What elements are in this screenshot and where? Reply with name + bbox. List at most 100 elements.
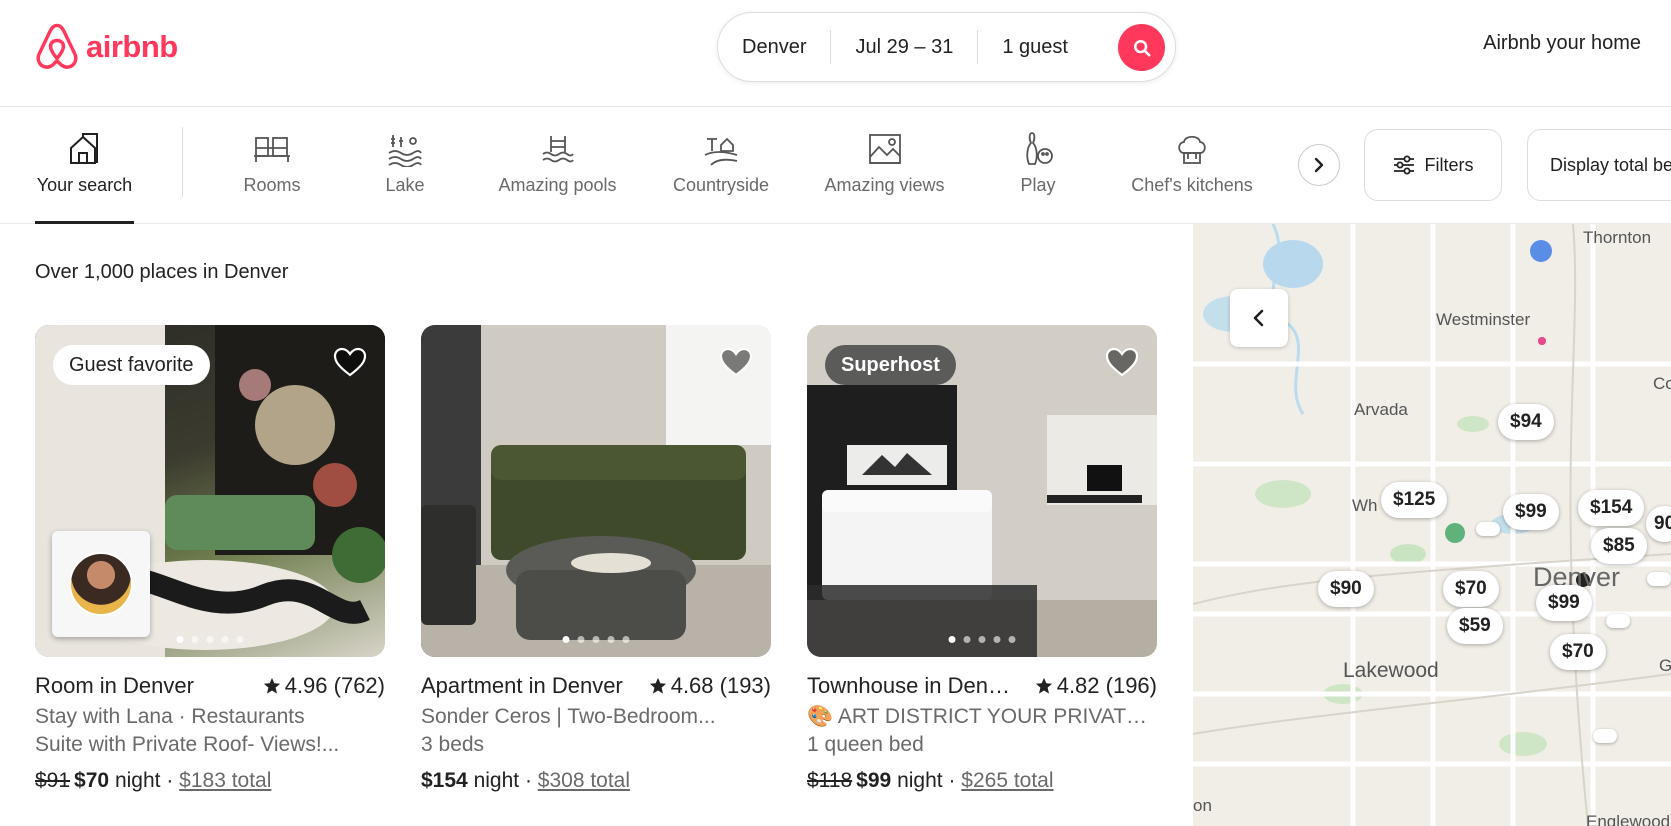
category-your-search[interactable]: Your search bbox=[35, 107, 134, 224]
map-mini-pin[interactable] bbox=[1647, 572, 1671, 586]
avatar bbox=[69, 552, 133, 616]
night-label: night bbox=[897, 769, 943, 792]
heart-icon[interactable] bbox=[333, 347, 367, 377]
category-label: Amazing views bbox=[824, 175, 945, 195]
map-price-pin[interactable]: $99 bbox=[1536, 585, 1592, 621]
star-icon bbox=[1035, 677, 1052, 694]
listing-rating: 4.96 (762) bbox=[263, 673, 385, 699]
logo-wordmark: airbnb bbox=[86, 29, 178, 64]
category-label: Amazing pools bbox=[498, 175, 617, 195]
photo-dots[interactable] bbox=[562, 636, 630, 643]
total-price-link[interactable]: $183 total bbox=[179, 769, 271, 792]
category-label: Chef's kitchens bbox=[1131, 175, 1253, 195]
star-icon bbox=[649, 677, 666, 694]
views-icon bbox=[868, 134, 901, 164]
home-icon bbox=[69, 133, 98, 164]
category-label: Rooms bbox=[243, 175, 301, 195]
map-price-pin[interactable]: $154 bbox=[1578, 490, 1645, 526]
map-place-label: Englewood bbox=[1586, 812, 1671, 826]
map-place-label: Arvada bbox=[1354, 400, 1408, 419]
total-price-link[interactable]: $265 total bbox=[961, 769, 1053, 792]
night-label: night bbox=[473, 769, 520, 792]
search-guests[interactable]: 1 guest bbox=[978, 13, 1092, 81]
night-label: night bbox=[114, 769, 161, 792]
category-amazing-pools[interactable]: Amazing pools bbox=[495, 107, 620, 224]
host-avatar-card bbox=[52, 531, 150, 637]
listing-description: 1 queen bed bbox=[807, 733, 924, 756]
map-price-pin[interactable]: $70 bbox=[1443, 571, 1499, 607]
map-mini-pin[interactable] bbox=[1593, 729, 1617, 743]
bed-icon bbox=[254, 137, 290, 162]
filters-icon bbox=[1393, 155, 1414, 175]
header: airbnb Denver Jul 29 – 31 1 guest Airbnb… bbox=[0, 0, 1671, 107]
search-button[interactable] bbox=[1118, 24, 1165, 71]
filters-button[interactable]: Filters bbox=[1364, 129, 1502, 201]
total-price-link[interactable]: $308 total bbox=[538, 769, 630, 792]
map-mini-pin[interactable] bbox=[1476, 522, 1500, 536]
category-amazing-views[interactable]: Amazing views bbox=[821, 107, 948, 224]
photo-dots[interactable] bbox=[948, 636, 1016, 643]
filters-label: Filters bbox=[1424, 154, 1474, 175]
airbnb-your-home-link[interactable]: Airbnb your home bbox=[1483, 32, 1641, 55]
map-price-pin[interactable]: $94 bbox=[1498, 404, 1554, 440]
map[interactable]: Thornton Westminster Arvada Wh Denver La… bbox=[1193, 224, 1671, 826]
map-place-label: Westminster bbox=[1436, 310, 1531, 329]
bowling-icon bbox=[1026, 132, 1053, 165]
price-row: $154 night · $308 total bbox=[421, 769, 631, 792]
airbnb-logo-icon bbox=[36, 23, 78, 69]
pool-icon bbox=[541, 136, 574, 163]
listing-card[interactable]: Apartment in Denver 4.68 (193) Sonder Ce… bbox=[421, 325, 771, 793]
listing-photo[interactable]: Guest favorite bbox=[35, 325, 385, 657]
listing-title: Townhouse in Denver bbox=[807, 673, 1012, 698]
chevron-right-icon bbox=[1314, 157, 1324, 173]
display-total-toggle[interactable]: Display total before taxes bbox=[1527, 129, 1671, 201]
category-label: Lake bbox=[385, 175, 425, 195]
listing-card[interactable]: Superhost Townhouse in Denver 4.82 (196)… bbox=[807, 325, 1157, 793]
map-place-label: Thornton bbox=[1583, 228, 1652, 247]
nightly-price: $154 bbox=[421, 769, 468, 792]
category-play[interactable]: Play bbox=[1019, 107, 1057, 224]
category-label: Play bbox=[1020, 175, 1056, 195]
listing-title: Apartment in Denver bbox=[421, 673, 623, 698]
listing-rating: 4.82 (196) bbox=[1035, 673, 1157, 699]
heart-icon[interactable] bbox=[1105, 347, 1139, 377]
categories-next-button[interactable] bbox=[1298, 144, 1340, 186]
collapse-map-button[interactable] bbox=[1230, 289, 1288, 347]
results-count-heading: Over 1,000 places in Denver bbox=[35, 261, 289, 283]
category-divider bbox=[182, 127, 183, 197]
category-chefs-kitchens[interactable]: Chef's kitchens bbox=[1127, 107, 1257, 224]
nightly-price: $70 bbox=[74, 769, 110, 792]
category-lake[interactable]: Lake bbox=[380, 107, 430, 224]
map-price-pin[interactable]: $70 bbox=[1550, 634, 1606, 670]
map-place-label: G bbox=[1659, 656, 1671, 675]
original-price: $118 bbox=[807, 769, 853, 792]
map-price-pin[interactable]: $125 bbox=[1381, 482, 1448, 518]
map-mini-pin[interactable] bbox=[1606, 614, 1630, 628]
category-label: Your search bbox=[36, 175, 133, 195]
airbnb-logo[interactable]: airbnb bbox=[34, 22, 178, 72]
category-countryside[interactable]: Countryside bbox=[668, 107, 774, 224]
original-price: $91 bbox=[35, 769, 71, 792]
map-place-label: Co bbox=[1653, 374, 1671, 393]
map-place-label: Wh bbox=[1352, 496, 1378, 515]
chevron-left-icon bbox=[1253, 309, 1264, 327]
listing-photo[interactable] bbox=[421, 325, 771, 657]
category-rooms[interactable]: Rooms bbox=[237, 107, 307, 224]
map-price-pin[interactable]: $99 bbox=[1503, 494, 1559, 530]
countryside-icon bbox=[704, 137, 738, 166]
heart-icon[interactable] bbox=[719, 347, 753, 377]
map-price-pin[interactable]: $59 bbox=[1447, 608, 1503, 644]
listing-description: 3 beds bbox=[421, 733, 485, 756]
listing-photo[interactable]: Superhost bbox=[807, 325, 1157, 657]
search-dates[interactable]: Jul 29 – 31 bbox=[831, 13, 977, 81]
lake-icon bbox=[388, 135, 422, 167]
photo-dots[interactable] bbox=[176, 636, 244, 643]
search-bar[interactable]: Denver Jul 29 – 31 1 guest bbox=[717, 12, 1176, 82]
map-price-pin[interactable]: $85 bbox=[1591, 528, 1647, 564]
map-price-pin[interactable]: $90 bbox=[1318, 571, 1374, 607]
listing-card[interactable]: Guest favorite Room in Denver 4.96 (762)… bbox=[35, 325, 385, 793]
chef-hat-icon bbox=[1178, 135, 1206, 164]
search-location[interactable]: Denver bbox=[718, 13, 830, 81]
star-icon bbox=[263, 677, 280, 694]
listing-subtitle: Stay with Lana · Restaurants bbox=[35, 705, 305, 728]
